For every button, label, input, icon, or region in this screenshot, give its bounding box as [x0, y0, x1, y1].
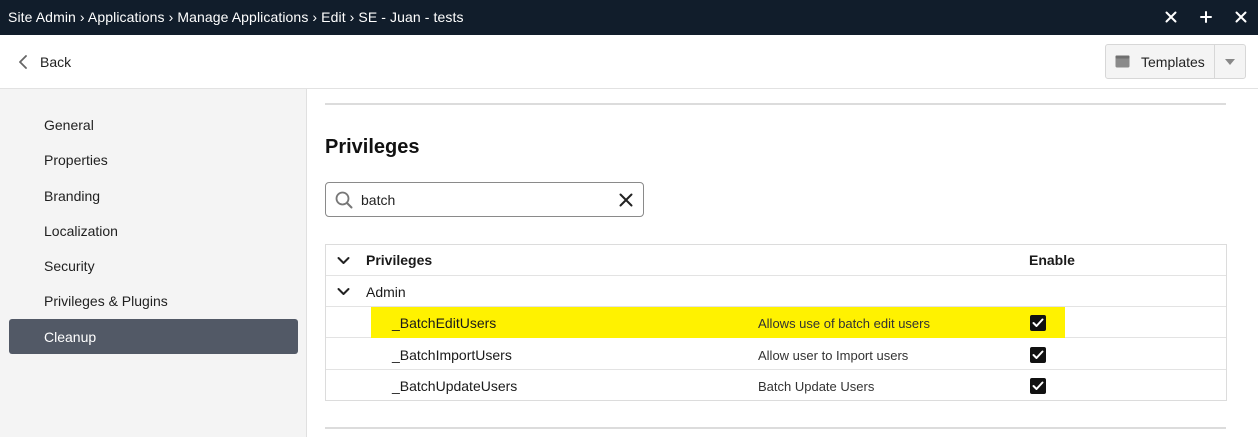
main-content: Privileges Privileges Enable Admin _Batc…: [308, 89, 1258, 437]
templates-dropdown-button[interactable]: [1215, 45, 1245, 78]
privilege-description: Allow user to Import users: [758, 348, 909, 363]
section-title: Privileges: [325, 136, 420, 158]
templates-split-button: Templates: [1105, 44, 1246, 79]
sidebar-item-localization[interactable]: Localization: [9, 213, 298, 248]
breadcrumb: Site Admin › Applications › Manage Appli…: [8, 9, 464, 25]
chevron-left-icon: [19, 55, 27, 69]
template-icon: [1115, 55, 1130, 68]
checkbox-checked-icon: [1032, 350, 1044, 359]
close-icon: [1165, 11, 1177, 23]
sidebar-item-label: Cleanup: [44, 328, 97, 345]
window-dismiss-button[interactable]: [1230, 6, 1252, 28]
section-divider: [325, 103, 1226, 105]
search-box: [325, 182, 644, 217]
search-input[interactable]: [361, 189, 601, 211]
privilege-name: _BatchUpdateUsers: [392, 378, 518, 394]
back-button-label: Back: [40, 54, 72, 70]
table-row[interactable]: _BatchUpdateUsers Batch Update Users: [326, 370, 1226, 401]
chevron-down-icon[interactable]: [336, 284, 351, 299]
sidebar-item-privileges-plugins[interactable]: Privileges & Plugins: [9, 283, 298, 318]
checkbox-checked-icon: [1032, 318, 1044, 327]
sidebar-item-properties[interactable]: Properties: [9, 142, 298, 177]
privilege-description: Allows use of batch edit users: [758, 316, 930, 331]
privileges-grid: Privileges Enable Admin _BatchEditUsers …: [325, 244, 1227, 401]
group-row-admin[interactable]: Admin: [326, 276, 1226, 307]
templates-label: Templates: [1141, 53, 1205, 70]
privilege-description: Batch Update Users: [758, 379, 875, 394]
back-button[interactable]: Back: [18, 53, 71, 71]
grid-header-row: Privileges Enable: [326, 245, 1226, 276]
search-icon: [335, 191, 353, 209]
privilege-name: _BatchImportUsers: [392, 347, 512, 363]
sidebar-item-label: Branding: [44, 187, 101, 204]
templates-button[interactable]: Templates: [1106, 45, 1215, 78]
enable-checkbox[interactable]: [1030, 315, 1046, 331]
title-bar: Site Admin › Applications › Manage Appli…: [0, 0, 1258, 35]
sidebar-item-label: Properties: [44, 151, 108, 168]
sidebar-item-general[interactable]: General: [9, 107, 298, 142]
caret-down-icon: [1225, 58, 1235, 65]
sidebar-item-cleanup[interactable]: Cleanup: [9, 319, 298, 354]
toolbar: Back Templates: [0, 35, 1258, 89]
sidebar-item-label: Privileges & Plugins: [44, 292, 168, 309]
enable-checkbox[interactable]: [1030, 378, 1046, 394]
privilege-name: _BatchEditUsers: [392, 315, 497, 331]
column-header-enable[interactable]: Enable: [1029, 252, 1075, 268]
enable-checkbox[interactable]: [1030, 347, 1046, 363]
sidebar-item-label: Security: [44, 257, 95, 274]
table-row[interactable]: _BatchImportUsers Allow user to Import u…: [326, 339, 1226, 370]
plus-icon: [1200, 11, 1212, 23]
section-divider: [325, 427, 1226, 429]
clear-icon[interactable]: [617, 191, 635, 209]
sidebar: General Properties Branding Localization…: [0, 89, 307, 437]
group-label: Admin: [366, 284, 406, 300]
sidebar-item-branding[interactable]: Branding: [9, 178, 298, 213]
column-header-privileges[interactable]: Privileges: [366, 252, 432, 268]
window-close-button[interactable]: [1160, 6, 1182, 28]
checkbox-checked-icon: [1032, 381, 1044, 390]
window-new-button[interactable]: [1195, 6, 1217, 28]
sidebar-item-label: General: [44, 116, 94, 133]
table-row[interactable]: _BatchEditUsers Allows use of batch edit…: [326, 307, 1226, 338]
close-icon: [1235, 11, 1247, 23]
chevron-down-icon[interactable]: [336, 253, 351, 268]
sidebar-item-security[interactable]: Security: [9, 248, 298, 283]
sidebar-item-label: Localization: [44, 222, 118, 239]
